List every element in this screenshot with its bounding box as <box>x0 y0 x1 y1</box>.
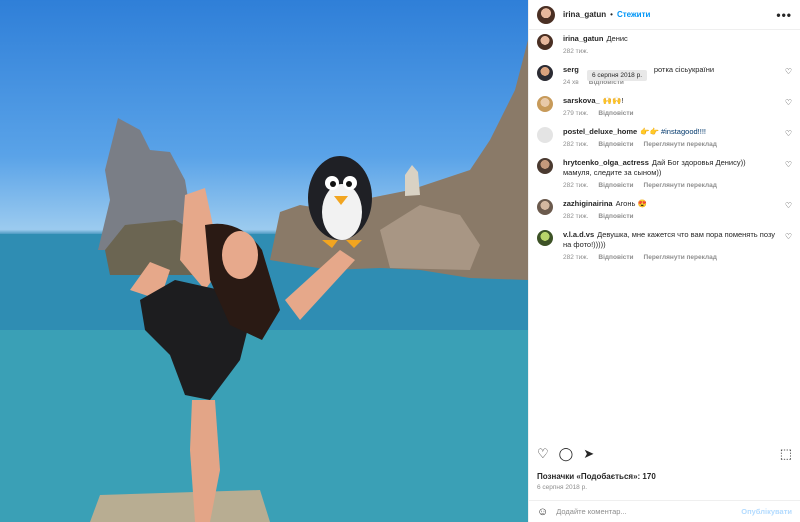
add-comment-bar: ☺ Опублікувати <box>529 500 800 522</box>
translate-button[interactable]: Переглянути переклад <box>644 254 717 261</box>
like-comment-icon[interactable]: ♡ <box>785 201 792 210</box>
commenter-username[interactable]: sarskova_ <box>563 96 600 105</box>
comment-icon[interactable]: ◯ <box>559 446 574 462</box>
comment-item: hrytcenko_olga_actress Дай Бог здоровья Д… <box>529 158 800 189</box>
comment-time[interactable]: 282 тиж. <box>563 141 588 148</box>
commenter-username[interactable]: hrytcenko_olga_actress <box>563 158 649 167</box>
post-photo[interactable] <box>0 0 528 522</box>
commenter-avatar[interactable] <box>537 158 553 174</box>
comment-time[interactable]: 282 тиж. <box>563 213 588 220</box>
emoji-icon[interactable]: ☺ <box>537 506 548 518</box>
commenter-username[interactable]: v.l.a.d.vs <box>563 230 594 239</box>
reply-button[interactable]: Відповісти <box>598 110 633 117</box>
commenter-avatar[interactable] <box>537 96 553 112</box>
post-date[interactable]: 6 серпня 2018 р. <box>537 484 587 491</box>
comment-time[interactable]: 282 тиж. <box>563 48 588 55</box>
comment-text: 👉👉 #instagood!!!! <box>640 127 706 136</box>
likes-count[interactable]: Позначки «Подобається»: 170 <box>537 472 656 481</box>
comment-item: serg ротка сісьукраїни 24 хв Відповісти ♡ <box>529 65 800 86</box>
reply-button[interactable]: Відповісти <box>598 182 633 189</box>
reply-button[interactable]: Відповісти <box>598 141 633 148</box>
comment-text: Агонь 😍 <box>615 199 647 208</box>
comment-text: ротка сісьукраїни <box>653 65 715 74</box>
publish-button[interactable]: Опублікувати <box>741 507 792 516</box>
comment-time[interactable]: 24 хв <box>563 79 579 86</box>
reply-button[interactable]: Відповісти <box>598 254 633 261</box>
like-comment-icon[interactable]: ♡ <box>785 160 792 169</box>
bookmark-icon[interactable]: ⬚ <box>780 446 792 462</box>
separator-dot: • <box>610 10 613 19</box>
share-icon[interactable]: ➤ <box>583 446 594 462</box>
author-avatar[interactable] <box>537 5 555 24</box>
commenter-username[interactable]: serg <box>563 65 579 74</box>
comment-text: 🙌🙌! <box>602 96 624 105</box>
like-comment-icon[interactable]: ♡ <box>785 98 792 107</box>
post-actions: ♡ ◯ ➤ ⬚ <box>537 446 792 462</box>
post-sidebar: irina_gatun • Стежити ••• irina_gatun Ден… <box>528 0 800 522</box>
commenter-avatar[interactable] <box>537 230 553 246</box>
comment-time[interactable]: 282 тиж. <box>563 254 588 261</box>
date-tooltip: 6 серпня 2018 р. <box>587 70 648 81</box>
follow-button[interactable]: Стежити <box>617 10 650 19</box>
more-options-icon[interactable]: ••• <box>776 8 792 22</box>
like-comment-icon[interactable]: ♡ <box>785 129 792 138</box>
commenter-avatar[interactable] <box>537 65 553 81</box>
comment-item: zazhiginairina Агонь 😍 282 тиж. Відповісти… <box>529 199 800 220</box>
comments-list: irina_gatun Денис 282 тиж. serg ротка сісь… <box>529 34 800 271</box>
comment-item: postel_deluxe_home 👉👉 #instagood!!!! 282 … <box>529 127 800 148</box>
commenter-username[interactable]: irina_gatun <box>563 34 603 43</box>
comment-time[interactable]: 282 тиж. <box>563 182 588 189</box>
commenter-avatar[interactable] <box>537 34 553 50</box>
translate-button[interactable]: Переглянути переклад <box>644 182 717 189</box>
commenter-username[interactable]: postel_deluxe_home <box>563 127 637 136</box>
post-header: irina_gatun • Стежити ••• <box>529 0 800 30</box>
like-icon[interactable]: ♡ <box>537 446 549 462</box>
comment-time[interactable]: 279 тиж. <box>563 110 588 117</box>
author-username[interactable]: irina_gatun <box>563 10 606 19</box>
comment-text: Девушка, мне кажется что вам пора поменя… <box>563 230 776 249</box>
like-comment-icon[interactable]: ♡ <box>785 232 792 241</box>
commenter-avatar[interactable] <box>537 199 553 215</box>
translate-button[interactable]: Переглянути переклад <box>644 141 717 148</box>
commenter-avatar[interactable] <box>537 127 553 143</box>
commenter-username[interactable]: zazhiginairina <box>563 199 613 208</box>
photo-illustration <box>0 40 528 522</box>
reply-button[interactable]: Відповісти <box>598 213 633 220</box>
comment-item: irina_gatun Денис 282 тиж. <box>529 34 800 55</box>
comment-item: sarskova_ 🙌🙌! 279 тиж. Відповісти ♡ <box>529 96 800 117</box>
comment-item: v.l.a.d.vs Девушка, мне кажется что вам п… <box>529 230 800 261</box>
comment-input[interactable] <box>556 507 742 516</box>
comment-text: Денис <box>606 34 628 43</box>
like-comment-icon[interactable]: ♡ <box>785 67 792 76</box>
